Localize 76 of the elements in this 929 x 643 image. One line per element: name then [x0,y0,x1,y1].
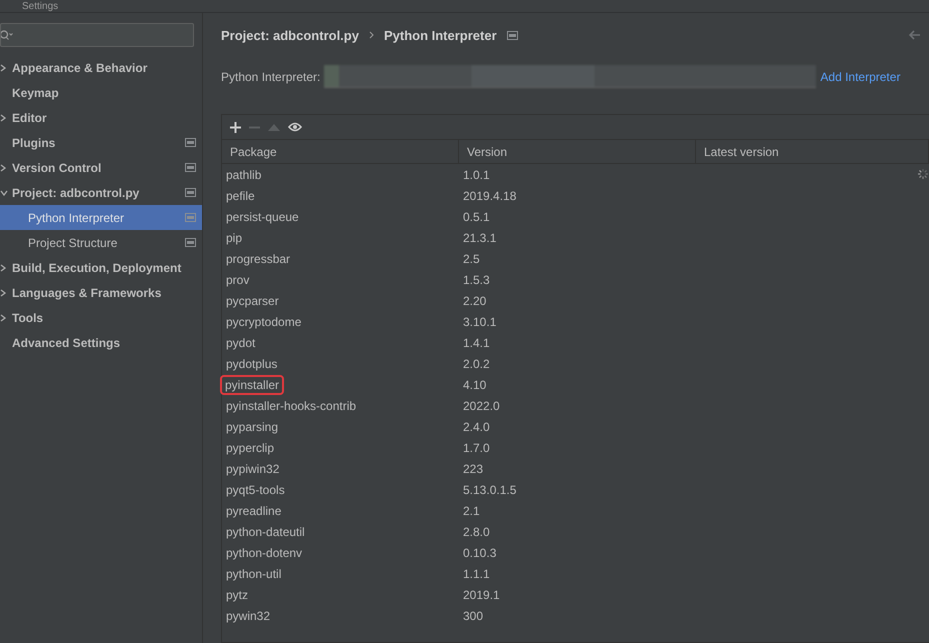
sidebar-item[interactable]: Tools [0,305,202,330]
package-cell-text: pyperclip [225,440,274,456]
search-icon [1,30,13,40]
add-icon[interactable] [230,122,241,132]
package-cell-text: pywin32 [225,608,270,624]
package-cell-text: python-util [225,566,282,582]
scope-icon [185,188,196,197]
version-cell-text: 1.4.1 [462,336,491,350]
sidebar-item[interactable]: Version Control [0,155,202,180]
interpreter-field[interactable] [324,65,816,88]
package-cell-text: pathlib [225,166,262,182]
version-cell-text: 4.10 [462,378,488,392]
package-cell-text: pyqt5-tools [225,482,285,498]
package-cell-text: python-dateutil [225,524,305,540]
version-cell-text: 2.0.2 [462,356,491,370]
package-cell-text: python-dotenv [225,544,302,560]
column-header[interactable]: Package [222,140,459,163]
package-cell-text: pydot [225,334,256,350]
version-cell-text: 2.1 [462,504,481,518]
sidebar-item[interactable]: Plugins [0,130,202,155]
sidebar-item[interactable]: Appearance & Behavior [0,55,202,80]
version-cell-text: 2019.4.18 [462,188,518,202]
scope-icon [185,163,196,172]
sidebar-item[interactable]: Python Interpreter [0,205,202,230]
scope-icon [185,213,196,222]
package-cell-text: pefile [225,188,255,204]
version-cell-text: 1.7.0 [462,440,491,454]
sidebar-item[interactable]: Keymap [0,80,202,105]
package-cell-text: pycryptodome [225,314,302,330]
scope-icon [185,138,196,147]
column-header[interactable]: Version [459,140,696,163]
package-cell-text: persist-queue [225,208,299,224]
version-cell-text: 0.5.1 [462,210,491,224]
sidebar-item[interactable]: Languages & Frameworks [0,280,202,305]
scope-icon [506,30,518,40]
breadcrumb[interactable]: Python Interpreter [384,28,497,42]
version-cell-text: 2.8.0 [462,524,491,538]
sidebar-item[interactable]: Build, Execution, Deployment [0,255,202,280]
sidebar-item[interactable]: Advanced Settings [0,330,202,355]
package-cell-text: progressbar [225,250,290,266]
search-field[interactable] [0,23,194,47]
eye-icon[interactable] [288,122,302,132]
package-cell: pyinstaller [220,374,284,394]
version-cell-text: 1.0.1 [462,168,491,182]
add-interpreter-link[interactable]: Add Interpreter [820,70,900,84]
version-cell-text: 1.1.1 [462,566,491,580]
sidebar-item[interactable]: Project Structure [0,230,202,255]
package-cell-text: prov [225,272,250,288]
version-cell-text: 2.4.0 [462,420,491,434]
package-cell-text: pycparser [225,292,279,308]
version-cell-text: 300 [462,608,484,622]
package-cell-text: pytz [225,586,248,602]
package-cell-text: pyparsing [225,418,278,434]
chevron-icon [368,31,374,39]
version-cell-text: 3.10.1 [462,314,498,328]
version-cell-text: 2.20 [462,294,488,308]
package-cell-text: pypiwin32 [225,460,280,476]
version-cell-text: 5.13.0.1.5 [462,482,518,496]
sidebar-item[interactable]: Project: adbcontrol.py [0,180,202,205]
interpreter-label: Python Interpreter: [221,70,320,84]
column-header[interactable]: Latest version [696,140,929,163]
package-cell-text: pip [225,230,242,246]
sidebar-item[interactable]: Editor [0,105,202,130]
window-title: Settings [21,1,58,12]
package-cell-text: pyreadline [225,502,282,518]
version-cell-text: 2019.1 [462,588,501,602]
package-cell-text: pyinstaller-hooks-contrib [225,398,356,414]
breadcrumb[interactable]: Project: adbcontrol.py [221,28,359,42]
version-cell-text: 223 [462,462,484,476]
version-cell-text: 2.5 [462,252,481,266]
scope-icon [185,238,196,247]
version-cell-text: 1.5.3 [462,272,491,286]
version-cell-text: 0.10.3 [462,546,498,560]
version-cell-text: 2022.0 [462,398,501,412]
package-cell-text: pydotplus [225,356,278,372]
version-cell-text: 21.3.1 [462,230,498,244]
